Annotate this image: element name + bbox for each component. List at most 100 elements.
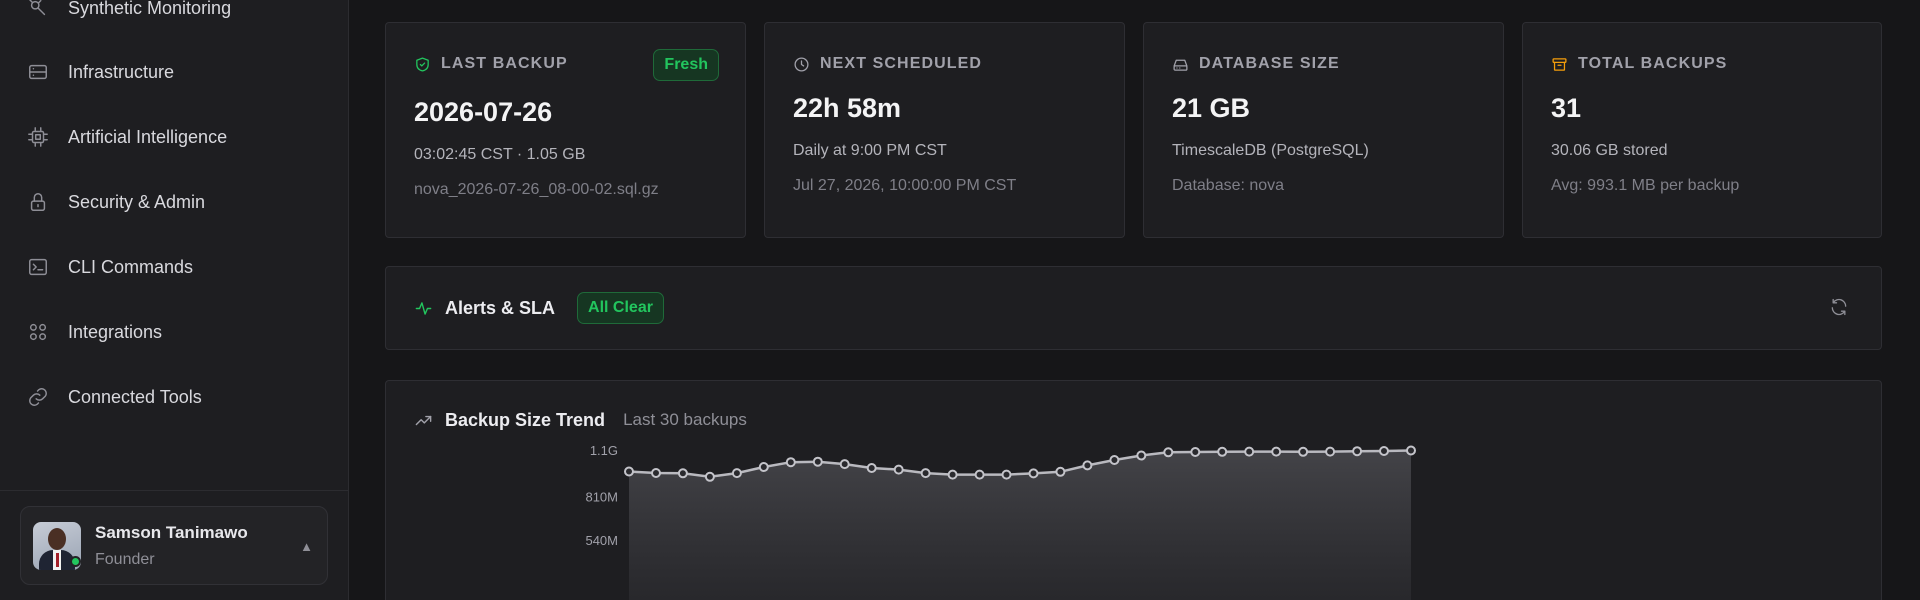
- trend-data-point[interactable]: [704, 471, 715, 482]
- total-storage: 30.06 GB stored: [1551, 142, 1668, 159]
- trend-data-point[interactable]: [1217, 446, 1228, 457]
- stat-card-last-backup: LAST BACKUP Fresh 2026-07-26 03:02:45 CS…: [385, 22, 746, 238]
- online-status-dot: [70, 556, 81, 567]
- database-engine: TimescaleDB (PostgreSQL): [1172, 142, 1369, 159]
- trend-data-point[interactable]: [1244, 446, 1255, 457]
- trend-data-point[interactable]: [893, 464, 904, 475]
- y-tick-label: 1.1G: [590, 443, 618, 458]
- sidebar-item-artificial-intelligence[interactable]: Artificial Intelligence: [0, 112, 348, 162]
- y-tick-label: 540M: [585, 533, 618, 548]
- trend-data-point[interactable]: [920, 468, 931, 479]
- clock-icon: [794, 56, 809, 72]
- trend-data-point[interactable]: [1163, 447, 1174, 458]
- stat-card-total-backups: TOTAL BACKUPS 31 30.06 GB stored Avg: 99…: [1522, 22, 1882, 238]
- trend-data-point[interactable]: [1379, 446, 1389, 456]
- trend-data-point[interactable]: [1352, 446, 1363, 457]
- user-name: Samson Tanimawo: [95, 522, 248, 542]
- next-backup-countdown: 22h 58m: [793, 93, 902, 123]
- trend-data-point[interactable]: [758, 462, 769, 472]
- sidebar-item-security-admin[interactable]: Security & Admin: [0, 177, 348, 227]
- hard-drive-icon: [1173, 59, 1188, 71]
- refresh-button[interactable]: [1829, 297, 1851, 319]
- app-root: Synthetic Monitoring Infrastructure Arti…: [0, 0, 1920, 600]
- chart-header: Backup Size Trend Last 30 backups: [414, 409, 747, 431]
- server-icon: [26, 60, 50, 84]
- trend-data-point[interactable]: [624, 466, 634, 477]
- lock-icon: [26, 190, 50, 214]
- backup-size-trend-panel: 1.1G 810M 540M Backup Size Trend Last 30 b…: [385, 380, 1882, 600]
- trend-data-point[interactable]: [1028, 468, 1039, 479]
- trend-data-point[interactable]: [1325, 446, 1336, 457]
- sidebar-item-label: Artificial Intelligence: [68, 126, 228, 147]
- y-tick-label: 810M: [585, 490, 618, 505]
- trend-data-point[interactable]: [947, 469, 958, 480]
- trend-data-point[interactable]: [1109, 455, 1120, 465]
- last-backup-date: 2026-07-26: [414, 97, 553, 127]
- stat-title: TOTAL BACKUPS: [1578, 55, 1728, 72]
- refresh-icon: [1831, 298, 1847, 316]
- trend-data-point[interactable]: [785, 457, 796, 468]
- trend-data-point[interactable]: [1406, 445, 1416, 456]
- total-backups-count: 31: [1551, 93, 1582, 123]
- trend-data-point[interactable]: [1271, 446, 1282, 457]
- trend-data-point[interactable]: [651, 468, 661, 478]
- chevron-up-icon: ▲: [300, 539, 313, 554]
- archive-icon: [1552, 57, 1567, 71]
- chart-subtitle: Last 30 backups: [623, 410, 747, 429]
- trend-data-point[interactable]: [1136, 450, 1147, 461]
- main-content: LAST BACKUP Fresh 2026-07-26 03:02:45 CS…: [349, 0, 1920, 600]
- sidebar-item-label: Connected Tools: [68, 386, 202, 407]
- user-role: Founder: [95, 550, 155, 568]
- last-backup-filename: nova_2026-07-26_08-00-02.sql.gz: [414, 181, 659, 198]
- stat-title: NEXT SCHEDULED: [820, 55, 983, 72]
- trend-data-point[interactable]: [677, 468, 688, 479]
- synthetic-monitoring-icon: [26, 0, 50, 20]
- chart-title: Backup Size Trend: [445, 409, 606, 430]
- trend-data-point[interactable]: [1298, 446, 1309, 457]
- trend-data-point[interactable]: [1055, 466, 1066, 477]
- trending-up-icon: [415, 415, 432, 425]
- trend-data-point[interactable]: [1082, 460, 1093, 471]
- stat-title: LAST BACKUP: [441, 55, 568, 72]
- sidebar-item-label: Infrastructure: [68, 61, 175, 82]
- sidebar-item-cli-commands[interactable]: CLI Commands: [0, 242, 348, 292]
- sidebar-item-label: CLI Commands: [68, 256, 194, 277]
- trend-data-point[interactable]: [974, 469, 985, 480]
- trend-data-point[interactable]: [1190, 447, 1201, 457]
- sidebar-item-infrastructure[interactable]: Infrastructure: [0, 47, 348, 97]
- activity-icon: [415, 301, 432, 315]
- sidebar-item-connected-tools[interactable]: Connected Tools: [0, 372, 348, 422]
- schedule-description: Daily at 9:00 PM CST: [793, 142, 947, 159]
- trend-data-point[interactable]: [731, 468, 742, 479]
- all-clear-badge: All Clear: [577, 292, 664, 324]
- alerts-title: Alerts & SLA: [445, 297, 556, 318]
- sidebar-item-label: Synthetic Monitoring: [68, 0, 232, 18]
- fresh-badge: Fresh: [653, 49, 719, 81]
- user-menu-button[interactable]: Samson Tanimawo Founder ▲: [20, 506, 328, 585]
- sidebar-item-label: Security & Admin: [68, 191, 206, 212]
- stat-title: DATABASE SIZE: [1199, 55, 1340, 72]
- trend-data-point[interactable]: [839, 459, 850, 470]
- stat-card-database-size: DATABASE SIZE 21 GB TimescaleDB (Postgre…: [1143, 22, 1504, 238]
- average-backup-size: Avg: 993.1 MB per backup: [1551, 177, 1740, 194]
- terminal-icon: [26, 255, 50, 279]
- next-backup-datetime: Jul 27, 2026, 10:00:00 PM CST: [793, 177, 1017, 194]
- trend-data-point[interactable]: [866, 463, 877, 473]
- sidebar-item-label: Integrations: [68, 321, 163, 342]
- sidebar-item-synthetic-monitoring[interactable]: Synthetic Monitoring: [0, 0, 348, 33]
- last-backup-time-size: 03:02:45 CST · 1.05 GB: [414, 146, 586, 163]
- grid-icon: [26, 320, 50, 344]
- trend-data-point[interactable]: [1001, 469, 1012, 480]
- database-size-value: 21 GB: [1172, 93, 1251, 123]
- sidebar-item-integrations[interactable]: Integrations: [0, 307, 348, 357]
- link-icon: [26, 385, 50, 409]
- stat-card-next-scheduled: NEXT SCHEDULED 22h 58m Daily at 9:00 PM …: [764, 22, 1125, 238]
- sidebar-divider: [0, 490, 348, 491]
- user-info: Samson Tanimawo Founder: [95, 523, 248, 569]
- cpu-icon: [26, 125, 50, 149]
- sidebar: Synthetic Monitoring Infrastructure Arti…: [0, 0, 349, 600]
- alerts-sla-panel: Alerts & SLA All Clear: [385, 266, 1882, 350]
- database-name: Database: nova: [1172, 177, 1285, 194]
- trend-data-point[interactable]: [812, 456, 823, 467]
- shield-check-icon: [416, 56, 429, 72]
